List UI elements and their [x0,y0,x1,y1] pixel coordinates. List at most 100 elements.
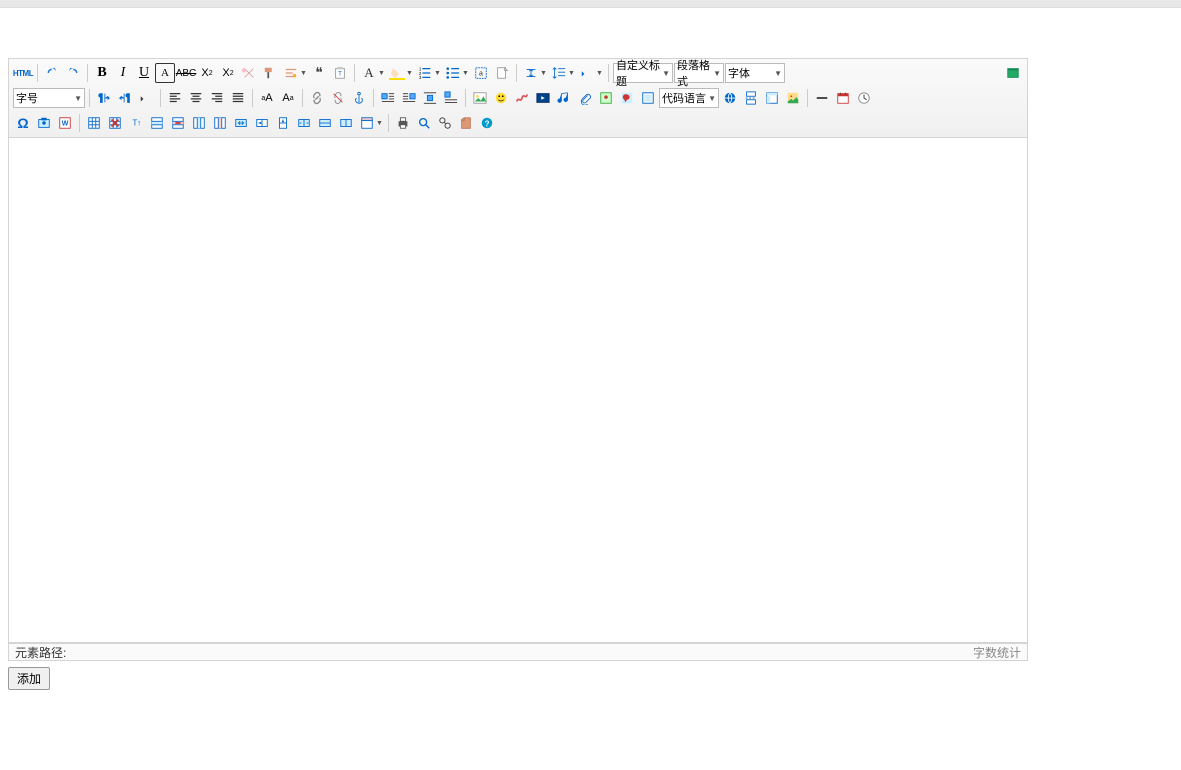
clear-doc-icon[interactable] [492,63,512,83]
remove-format-icon[interactable] [239,63,259,83]
image-right-icon[interactable] [399,88,419,108]
add-button[interactable]: 添加 [8,667,50,690]
editor-content-area[interactable] [8,138,1028,643]
svg-text:1: 1 [419,66,422,71]
insert-video-icon[interactable] [533,88,553,108]
horizontal-rule-icon[interactable] [812,88,832,108]
time-icon[interactable] [854,88,874,108]
align-center-icon[interactable] [186,88,206,108]
merge-cells-icon[interactable] [231,113,251,133]
image-center-icon[interactable] [420,88,440,108]
redo-icon[interactable] [63,63,83,83]
undo-icon[interactable] [42,63,62,83]
link-icon[interactable] [307,88,327,108]
background-icon[interactable] [783,88,803,108]
underline-icon[interactable]: U [134,63,154,83]
dropdown-arrow-icon[interactable]: ▼ [540,63,548,83]
tolowercase-icon[interactable]: Aa [278,88,298,108]
separator [373,89,374,107]
image-left-icon[interactable] [378,88,398,108]
custom-title-select[interactable]: 自定义标题▼ [613,63,673,83]
dropdown-arrow-icon[interactable]: ▼ [378,63,386,83]
wordimage-icon[interactable]: W [55,113,75,133]
scrawl-icon[interactable] [512,88,532,108]
indent-icon[interactable] [577,63,597,83]
rtl-icon[interactable] [115,88,135,108]
attachment-icon[interactable] [575,88,595,108]
split-cols-icon[interactable] [336,113,356,133]
format-match-icon[interactable] [260,63,280,83]
preview-icon[interactable] [414,113,434,133]
font-family-select[interactable]: 字体▼ [725,63,785,83]
delete-row-icon[interactable] [168,113,188,133]
insert-col-icon[interactable] [189,113,209,133]
align-left-icon[interactable] [165,88,185,108]
select-all-icon[interactable]: a [471,63,491,83]
source-html-button[interactable]: HTML [13,63,33,83]
print-icon[interactable] [393,113,413,133]
merge-down-icon[interactable] [273,113,293,133]
fontborder-icon[interactable]: A [155,63,175,83]
date-icon[interactable] [833,88,853,108]
superscript-icon[interactable]: X2 [197,63,217,83]
pagebreak-icon[interactable] [741,88,761,108]
touppercase-icon[interactable]: aA [257,88,277,108]
strikethrough-icon[interactable]: ABC [176,63,196,83]
dropdown-arrow-icon[interactable]: ▼ [568,63,576,83]
insert-image-icon[interactable] [470,88,490,108]
webapp-icon[interactable] [720,88,740,108]
paste-plain-icon[interactable]: T [330,63,350,83]
split-cells-icon[interactable] [294,113,314,133]
outdent-icon[interactable] [136,88,156,108]
paragraph-format-select[interactable]: 段落格式▼ [674,63,724,83]
image-none-icon[interactable] [441,88,461,108]
dropdown-arrow-icon[interactable]: ▼ [462,63,470,83]
dropdown-arrow-icon[interactable]: ▼ [406,63,414,83]
help-icon[interactable]: ? [477,113,497,133]
emoticon-icon[interactable] [491,88,511,108]
line-height-icon[interactable] [549,63,569,83]
align-justify-icon[interactable] [228,88,248,108]
search-replace-icon[interactable] [435,113,455,133]
split-rows-icon[interactable] [315,113,335,133]
dropdown-arrow-icon[interactable]: ▼ [434,63,442,83]
backcolor-icon[interactable] [387,63,407,83]
delete-table-icon[interactable] [105,113,125,133]
ordered-list-icon[interactable]: 123 [415,63,435,83]
row-spacing-icon[interactable] [521,63,541,83]
drafts-icon[interactable] [456,113,476,133]
toolbar-row-1: HTML B I U A ABC X2 X2 ▼ ❝ T A ▼ ▼ 123 ▼ [13,62,1023,84]
unlink-icon[interactable] [328,88,348,108]
blockquote-icon[interactable]: ❝ [309,63,329,83]
fullscreen-icon[interactable] [1003,63,1023,83]
subscript-icon[interactable]: X2 [218,63,238,83]
unordered-list-icon[interactable] [443,63,463,83]
delete-caption-icon[interactable] [357,113,377,133]
forecolor-icon[interactable]: A [359,63,379,83]
dropdown-arrow-icon[interactable]: ▼ [596,63,604,83]
anchor-icon[interactable] [349,88,369,108]
insert-paragraph-before-icon[interactable]: T↑ [126,113,146,133]
special-char-icon[interactable]: Ω [13,113,33,133]
dropdown-arrow-icon[interactable]: ▼ [376,113,384,133]
insert-frame-icon[interactable] [638,88,658,108]
template-icon[interactable] [762,88,782,108]
code-language-select[interactable]: 代码语言▼ [659,88,719,108]
snapscreen-icon[interactable] [34,113,54,133]
delete-col-icon[interactable] [210,113,230,133]
merge-right-icon[interactable] [252,113,272,133]
music-icon[interactable] [554,88,574,108]
auto-typeset-icon[interactable] [281,63,301,83]
insert-row-icon[interactable] [147,113,167,133]
gmap-icon[interactable] [617,88,637,108]
align-right-icon[interactable] [207,88,227,108]
italic-icon[interactable]: I [113,63,133,83]
ltr-icon[interactable] [94,88,114,108]
bold-icon[interactable]: B [92,63,112,83]
separator [302,89,303,107]
word-count-label[interactable]: 字数统计 [973,644,1021,661]
insert-table-icon[interactable] [84,113,104,133]
map-icon[interactable] [596,88,616,108]
dropdown-arrow-icon[interactable]: ▼ [300,63,308,83]
font-size-select[interactable]: 字号▼ [13,88,85,108]
